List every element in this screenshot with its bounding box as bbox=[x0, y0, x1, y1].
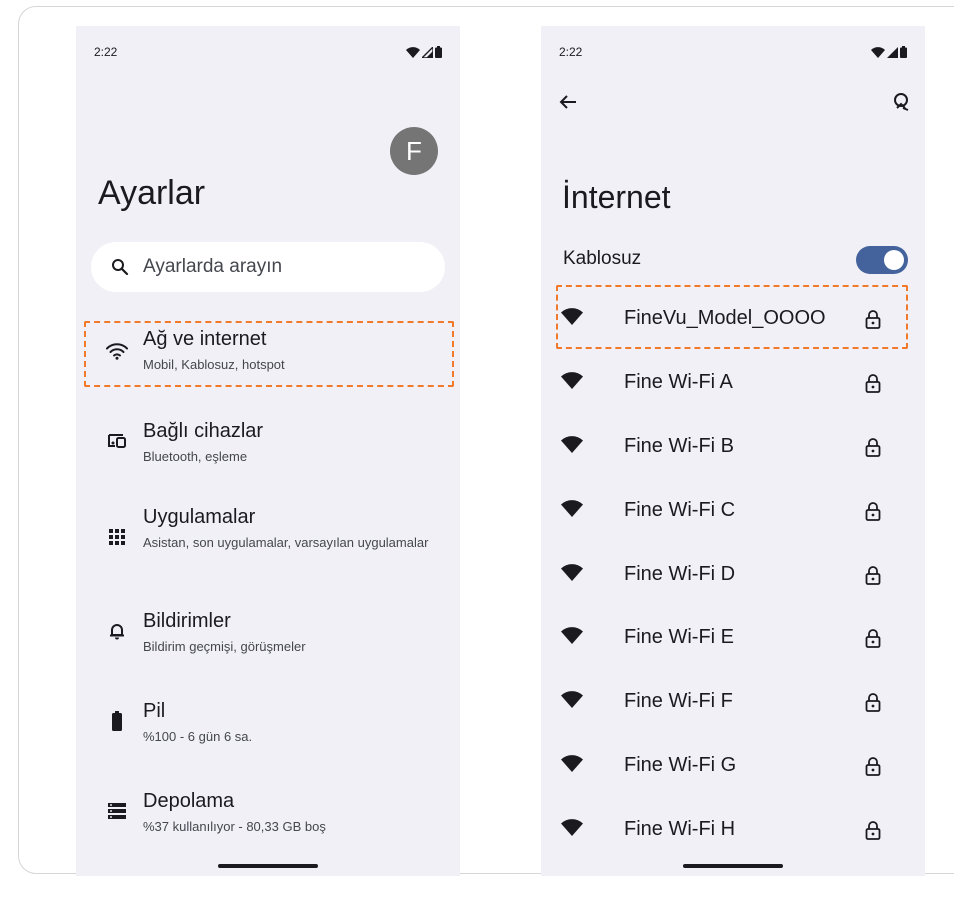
highlight-first-network bbox=[556, 285, 908, 349]
status-icons bbox=[871, 46, 907, 58]
network-item[interactable]: Fine Wi-Fi B bbox=[541, 426, 925, 470]
account-avatar[interactable]: F bbox=[390, 127, 438, 175]
lock-icon bbox=[865, 437, 881, 462]
status-bar: 2:22 bbox=[559, 42, 907, 62]
wifi-signal-icon bbox=[561, 819, 583, 841]
wifi-status-icon bbox=[871, 46, 885, 58]
back-arrow-icon[interactable] bbox=[556, 90, 580, 114]
network-name: Fine Wi-Fi H bbox=[624, 818, 736, 840]
network-name: Fine Wi-Fi B bbox=[624, 435, 734, 457]
wifi-status-icon bbox=[406, 46, 420, 58]
status-time: 2:22 bbox=[559, 45, 583, 59]
wifi-signal-icon bbox=[561, 500, 583, 522]
settings-item-apps[interactable]: Uygulamalar Asistan, son uygulamalar, va… bbox=[76, 504, 460, 574]
battery-icon bbox=[106, 710, 128, 732]
lock-icon bbox=[865, 820, 881, 845]
network-name: Fine Wi-Fi A bbox=[624, 371, 733, 393]
network-name: Fine Wi-Fi G bbox=[624, 754, 737, 776]
item-subtitle: Bluetooth, eşleme bbox=[143, 449, 248, 464]
search-placeholder: Ayarlarda arayın bbox=[143, 256, 283, 277]
search-icon bbox=[112, 259, 129, 276]
settings-screen: 2:22 F Ayarlar Ayarlarda arayın Ağ ve in… bbox=[76, 26, 460, 876]
wifi-signal-icon bbox=[561, 564, 583, 586]
network-item[interactable]: Fine Wi-Fi E bbox=[541, 617, 925, 661]
network-name: Fine Wi-Fi E bbox=[624, 626, 734, 648]
item-title: Depolama bbox=[143, 790, 235, 812]
status-bar: 2:22 bbox=[94, 42, 442, 62]
settings-item-storage[interactable]: Depolama %37 kullanılıyor - 80,33 GB boş bbox=[76, 788, 460, 838]
wifi-toggle-label: Kablosuz bbox=[563, 248, 642, 269]
bell-icon bbox=[106, 620, 128, 642]
item-subtitle: Asistan, son uygulamalar, varsayılan uyg… bbox=[143, 535, 429, 550]
storage-icon bbox=[106, 800, 128, 822]
network-item[interactable]: Fine Wi-Fi A bbox=[541, 362, 925, 406]
page-title: Ayarlar bbox=[98, 174, 206, 212]
devices-icon bbox=[106, 430, 128, 452]
home-indicator[interactable] bbox=[683, 864, 783, 868]
network-item[interactable]: Fine Wi-Fi F bbox=[541, 681, 925, 725]
apps-grid-icon bbox=[106, 526, 128, 548]
toggle-knob bbox=[884, 250, 904, 270]
lock-icon bbox=[865, 501, 881, 526]
wifi-signal-icon bbox=[561, 755, 583, 777]
network-item[interactable]: Fine Wi-Fi H bbox=[541, 809, 925, 853]
wifi-signal-icon bbox=[561, 627, 583, 649]
page-title: İnternet bbox=[562, 179, 671, 215]
search-bar[interactable]: Ayarlarda arayın bbox=[91, 242, 445, 292]
battery-status-icon bbox=[900, 46, 907, 58]
item-subtitle: %37 kullanılıyor - 80,33 GB boş bbox=[143, 819, 326, 834]
item-subtitle: Bildirim geçmişi, görüşmeler bbox=[143, 639, 306, 654]
settings-item-connected-devices[interactable]: Bağlı cihazlar Bluetooth, eşleme bbox=[76, 418, 460, 468]
wifi-search-icon[interactable] bbox=[889, 90, 913, 114]
item-title: Uygulamalar bbox=[143, 506, 256, 528]
item-title: Bildirimler bbox=[143, 610, 231, 632]
network-item[interactable]: Fine Wi-Fi C bbox=[541, 490, 925, 534]
lock-icon bbox=[865, 628, 881, 653]
wifi-signal-icon bbox=[561, 691, 583, 713]
battery-status-icon bbox=[435, 46, 442, 58]
signal-status-icon bbox=[422, 46, 433, 58]
status-time: 2:22 bbox=[94, 45, 118, 59]
settings-item-battery[interactable]: Pil %100 - 6 gün 6 sa. bbox=[76, 698, 460, 748]
internet-screen: 2:22 İnternet Kablosuz FineVu_Model_OOOO… bbox=[541, 26, 925, 876]
network-name: Fine Wi-Fi F bbox=[624, 690, 733, 712]
lock-icon bbox=[865, 373, 881, 398]
wifi-toggle[interactable] bbox=[856, 246, 908, 274]
network-name: Fine Wi-Fi D bbox=[624, 563, 736, 585]
status-icons bbox=[406, 46, 442, 58]
lock-icon bbox=[865, 756, 881, 781]
settings-item-notifications[interactable]: Bildirimler Bildirim geçmişi, görüşmeler bbox=[76, 608, 460, 658]
item-subtitle: %100 - 6 gün 6 sa. bbox=[143, 729, 253, 744]
lock-icon bbox=[865, 692, 881, 717]
network-item[interactable]: Fine Wi-Fi G bbox=[541, 745, 925, 789]
lock-icon bbox=[865, 565, 881, 590]
item-title: Bağlı cihazlar bbox=[143, 420, 264, 442]
signal-status-icon bbox=[887, 46, 898, 58]
item-title: Pil bbox=[143, 700, 166, 722]
home-indicator[interactable] bbox=[218, 864, 318, 868]
wifi-signal-icon bbox=[561, 372, 583, 394]
network-item[interactable]: Fine Wi-Fi D bbox=[541, 554, 925, 598]
highlight-network-item bbox=[84, 321, 454, 387]
wifi-signal-icon bbox=[561, 436, 583, 458]
network-name: Fine Wi-Fi C bbox=[624, 499, 736, 521]
